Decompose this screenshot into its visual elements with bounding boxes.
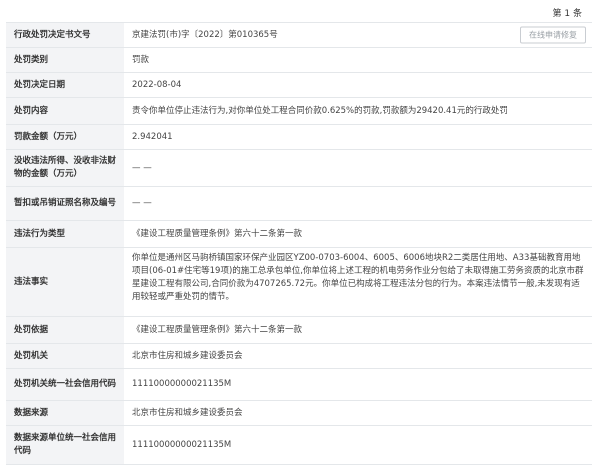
label-confiscation-amount: 没收违法所得、没收非法财物的金额（万元） [6, 150, 124, 186]
value-violation-type: 《建设工程质量管理条例》第六十二条第一款 [132, 228, 303, 239]
value-penalty-category: 罚款 [132, 54, 150, 65]
value-confiscation-amount: — — [132, 162, 152, 173]
label-penalty-category: 处罚类别 [6, 48, 124, 72]
label-source-credit-code: 数据来源单位统一社会信用代码 [6, 426, 124, 464]
row-data-source: 数据来源 北京市住房和城乡建设委员会 [6, 401, 592, 426]
value-penalty-authority: 北京市住房和城乡建设委员会 [132, 350, 243, 361]
value-penalty-content: 责令你单位停止违法行为,对你单位处工程合同价款0.625%的罚款,罚款额为294… [132, 105, 508, 116]
label-license-revocation: 暂扣或吊销证照名称及编号 [6, 187, 124, 220]
label-fine-amount: 罚款金额（万元） [6, 125, 124, 149]
row-penalty-authority: 处罚机关 北京市住房和城乡建设委员会 [6, 344, 592, 369]
row-violation-facts: 违法事实 你单位是通州区马驹桥镇国家环保产业园区YZ00-0703-6004、6… [6, 248, 592, 317]
row-authority-credit-code: 处罚机关统一社会信用代码 11110000000021135M [6, 369, 592, 401]
penalty-detail-table: 行政处罚决定书文号 京建法罚(市)字〔2022〕第010365号 在线申请修复 … [6, 22, 592, 465]
value-data-source: 北京市住房和城乡建设委员会 [132, 407, 243, 418]
value-violation-facts: 你单位是通州区马驹桥镇国家环保产业园区YZ00-0703-6004、6005、6… [132, 253, 584, 302]
label-decision-date: 处罚决定日期 [6, 73, 124, 97]
label-data-source: 数据来源 [6, 401, 124, 425]
label-penalty-content: 处罚内容 [6, 98, 124, 124]
decision-number-text: 京建法罚(市)字〔2022〕第010365号 [132, 29, 278, 40]
label-decision-number: 行政处罚决定书文号 [6, 23, 124, 47]
row-license-revocation: 暂扣或吊销证照名称及编号 — — [6, 187, 592, 221]
row-fine-amount: 罚款金额（万元） 2.942041 [6, 125, 592, 150]
row-confiscation-amount: 没收违法所得、没收非法财物的金额（万元） — — [6, 150, 592, 187]
row-violation-type: 违法行为类型 《建设工程质量管理条例》第六十二条第一款 [6, 221, 592, 248]
row-decision-date: 处罚决定日期 2022-08-04 [6, 73, 592, 98]
row-penalty-content: 处罚内容 责令你单位停止违法行为,对你单位处工程合同价款0.625%的罚款,罚款… [6, 98, 592, 125]
label-penalty-authority: 处罚机关 [6, 344, 124, 368]
row-decision-number: 行政处罚决定书文号 京建法罚(市)字〔2022〕第010365号 在线申请修复 [6, 23, 592, 48]
value-source-credit-code: 11110000000021135M [132, 439, 232, 450]
value-decision-number: 京建法罚(市)字〔2022〕第010365号 在线申请修复 [124, 23, 592, 47]
page-number: 第 1 条 [552, 9, 582, 19]
label-violation-facts: 违法事实 [6, 248, 124, 316]
value-fine-amount: 2.942041 [132, 131, 173, 142]
row-penalty-category: 处罚类别 罚款 [6, 48, 592, 73]
label-penalty-basis: 处罚依据 [6, 317, 124, 343]
label-authority-credit-code: 处罚机关统一社会信用代码 [6, 369, 124, 400]
apply-repair-button[interactable]: 在线申请修复 [520, 26, 586, 44]
row-source-credit-code: 数据来源单位统一社会信用代码 11110000000021135M [6, 426, 592, 465]
row-penalty-basis: 处罚依据 《建设工程质量管理条例》第六十二条第一款 [6, 317, 592, 344]
value-decision-date: 2022-08-04 [132, 79, 182, 90]
top-bar: 第 1 条 [0, 0, 600, 22]
value-license-revocation: — — [132, 198, 152, 208]
value-penalty-basis: 《建设工程质量管理条例》第六十二条第一款 [132, 324, 303, 335]
value-authority-credit-code: 11110000000021135M [132, 379, 232, 389]
label-violation-type: 违法行为类型 [6, 221, 124, 247]
